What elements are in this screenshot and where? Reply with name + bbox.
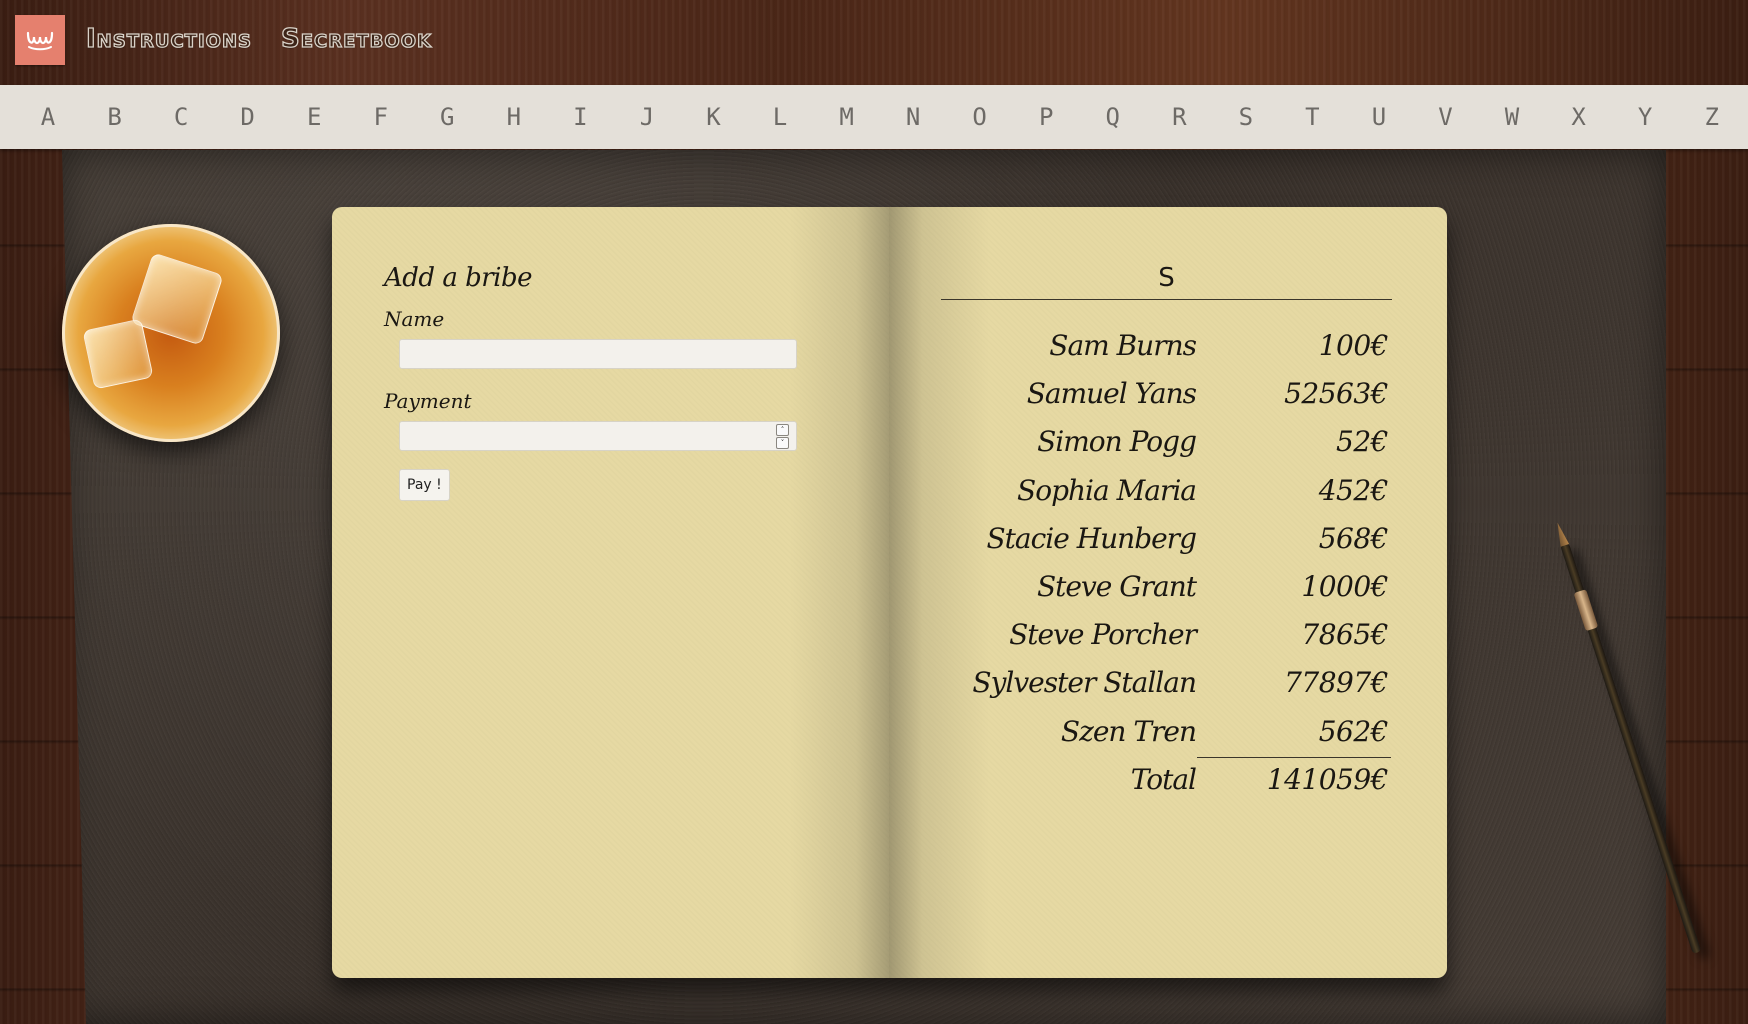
total-amount: 141059€ (1266, 762, 1389, 796)
ledger-row: Steve Grant 1000€ (941, 570, 1392, 614)
ice-cube (130, 252, 224, 346)
left-page: Add a bribe Name Payment ˄ ˅ Pay ! (332, 207, 889, 978)
payment-label: Payment (384, 389, 472, 413)
ledger-entry-amount: 77897€ (1284, 666, 1388, 700)
alphabet-letter-q[interactable]: Q (1101, 103, 1125, 131)
ledger-row: Stacie Hunberg 568€ (941, 522, 1392, 566)
alphabet-letter-u[interactable]: U (1367, 103, 1391, 131)
ledger-letter-heading: S (1158, 263, 1175, 293)
ledger-entry-amount: 7865€ (1301, 618, 1388, 652)
alphabet-letter-j[interactable]: J (635, 103, 659, 131)
alphabet-index-bar: A B C D E F G H I J K L M N O P Q R S T U V W X Y Z (0, 85, 1748, 149)
alphabet-letter-i[interactable]: I (568, 103, 592, 131)
ledger-entry-name: Szen Tren (1060, 714, 1197, 748)
alphabet-letter-y[interactable]: Y (1633, 103, 1657, 131)
alphabet-letter-e[interactable]: E (302, 103, 326, 131)
alphabet-letter-w[interactable]: W (1500, 103, 1524, 131)
ledger-entry-amount: 452€ (1318, 473, 1389, 507)
ledger-row: Steve Porcher 7865€ (941, 618, 1392, 662)
name-input[interactable] (399, 339, 797, 369)
total-label: Total (1130, 762, 1197, 796)
ledger-entry-name: Sophia Maria (1017, 473, 1197, 507)
divider (941, 299, 1392, 300)
nav-instructions-link[interactable]: Instructions (85, 23, 252, 54)
ledger-row: Sylvester Stallan 77897€ (941, 666, 1392, 710)
ledger-entry-amount: 100€ (1318, 329, 1389, 362)
ledger-row: Szen Tren 562€ (941, 715, 1392, 759)
ledger-row: Simon Pogg 52€ (941, 425, 1392, 469)
total-divider (1197, 756, 1391, 758)
alphabet-letter-x[interactable]: X (1567, 103, 1591, 131)
alphabet-letter-c[interactable]: C (169, 103, 193, 131)
alphabet-letter-p[interactable]: P (1034, 103, 1058, 131)
alphabet-letter-g[interactable]: G (435, 103, 459, 131)
ledger-entry-amount: 52563€ (1284, 377, 1388, 411)
ledger-entry-name: Stacie Hunberg (986, 521, 1197, 555)
alphabet-letter-k[interactable]: K (701, 103, 725, 131)
ledger-entry-amount: 568€ (1318, 521, 1389, 555)
open-book: Add a bribe Name Payment ˄ ˅ Pay ! S Sam… (332, 207, 1447, 978)
form-title: Add a bribe (384, 263, 533, 293)
chevron-up-icon[interactable]: ˄ (776, 424, 789, 436)
nav-secretbook-link[interactable]: Secretbook (280, 23, 432, 54)
alphabet-letter-m[interactable]: M (835, 103, 859, 131)
ledger-row: Samuel Yans 52563€ (941, 377, 1392, 421)
alphabet-letter-f[interactable]: F (369, 103, 393, 131)
alphabet-letter-v[interactable]: V (1433, 103, 1457, 131)
app-logo-icon[interactable] (15, 15, 65, 65)
ice-cube (82, 318, 154, 390)
right-page: S Sam Burns 100€ Samuel Yans 52563€ Simon Po… (889, 207, 1447, 978)
alphabet-letter-n[interactable]: N (901, 103, 925, 131)
ledger-entry-amount: 562€ (1318, 714, 1389, 748)
ledger-entry-name: Samuel Yans (1026, 377, 1197, 411)
ledger-entry-name: Sam Burns (1049, 329, 1197, 362)
ledger-entry-amount: 1000€ (1301, 570, 1388, 603)
payment-stepper[interactable]: ˄ ˅ (776, 424, 789, 449)
payment-input[interactable] (399, 421, 797, 451)
alphabet-letter-s[interactable]: S (1234, 103, 1258, 131)
alphabet-letter-r[interactable]: R (1167, 103, 1191, 131)
alphabet-letter-h[interactable]: H (502, 103, 526, 131)
whiskey-glass-image (62, 224, 280, 442)
ledger-entry-name: Steve Grant (1036, 570, 1197, 603)
alphabet-letter-a[interactable]: A (36, 103, 60, 131)
ledger-entry-name: Steve Porcher (1009, 618, 1197, 652)
chevron-down-icon[interactable]: ˅ (776, 437, 789, 449)
ledger-entry-name: Simon Pogg (1037, 425, 1197, 459)
name-label: Name (384, 307, 445, 331)
logo-squiggle-icon (26, 31, 54, 51)
ledger-entry-name: Sylvester Stallan (972, 666, 1197, 700)
alphabet-letter-b[interactable]: B (103, 103, 127, 131)
alphabet-letter-t[interactable]: T (1300, 103, 1324, 131)
alphabet-letter-z[interactable]: Z (1700, 103, 1724, 131)
alphabet-letter-d[interactable]: D (236, 103, 260, 131)
top-bar: Instructions Secretbook (0, 0, 1748, 84)
ledger-total-row: Total 141059€ (941, 763, 1392, 807)
ledger-row: Sam Burns 100€ (941, 329, 1392, 373)
ledger-row: Sophia Maria 452€ (941, 474, 1392, 518)
alphabet-letter-l[interactable]: L (768, 103, 792, 131)
alphabet-letter-o[interactable]: O (968, 103, 992, 131)
ledger-entry-amount: 52€ (1336, 425, 1388, 459)
pay-button[interactable]: Pay ! (399, 469, 450, 501)
